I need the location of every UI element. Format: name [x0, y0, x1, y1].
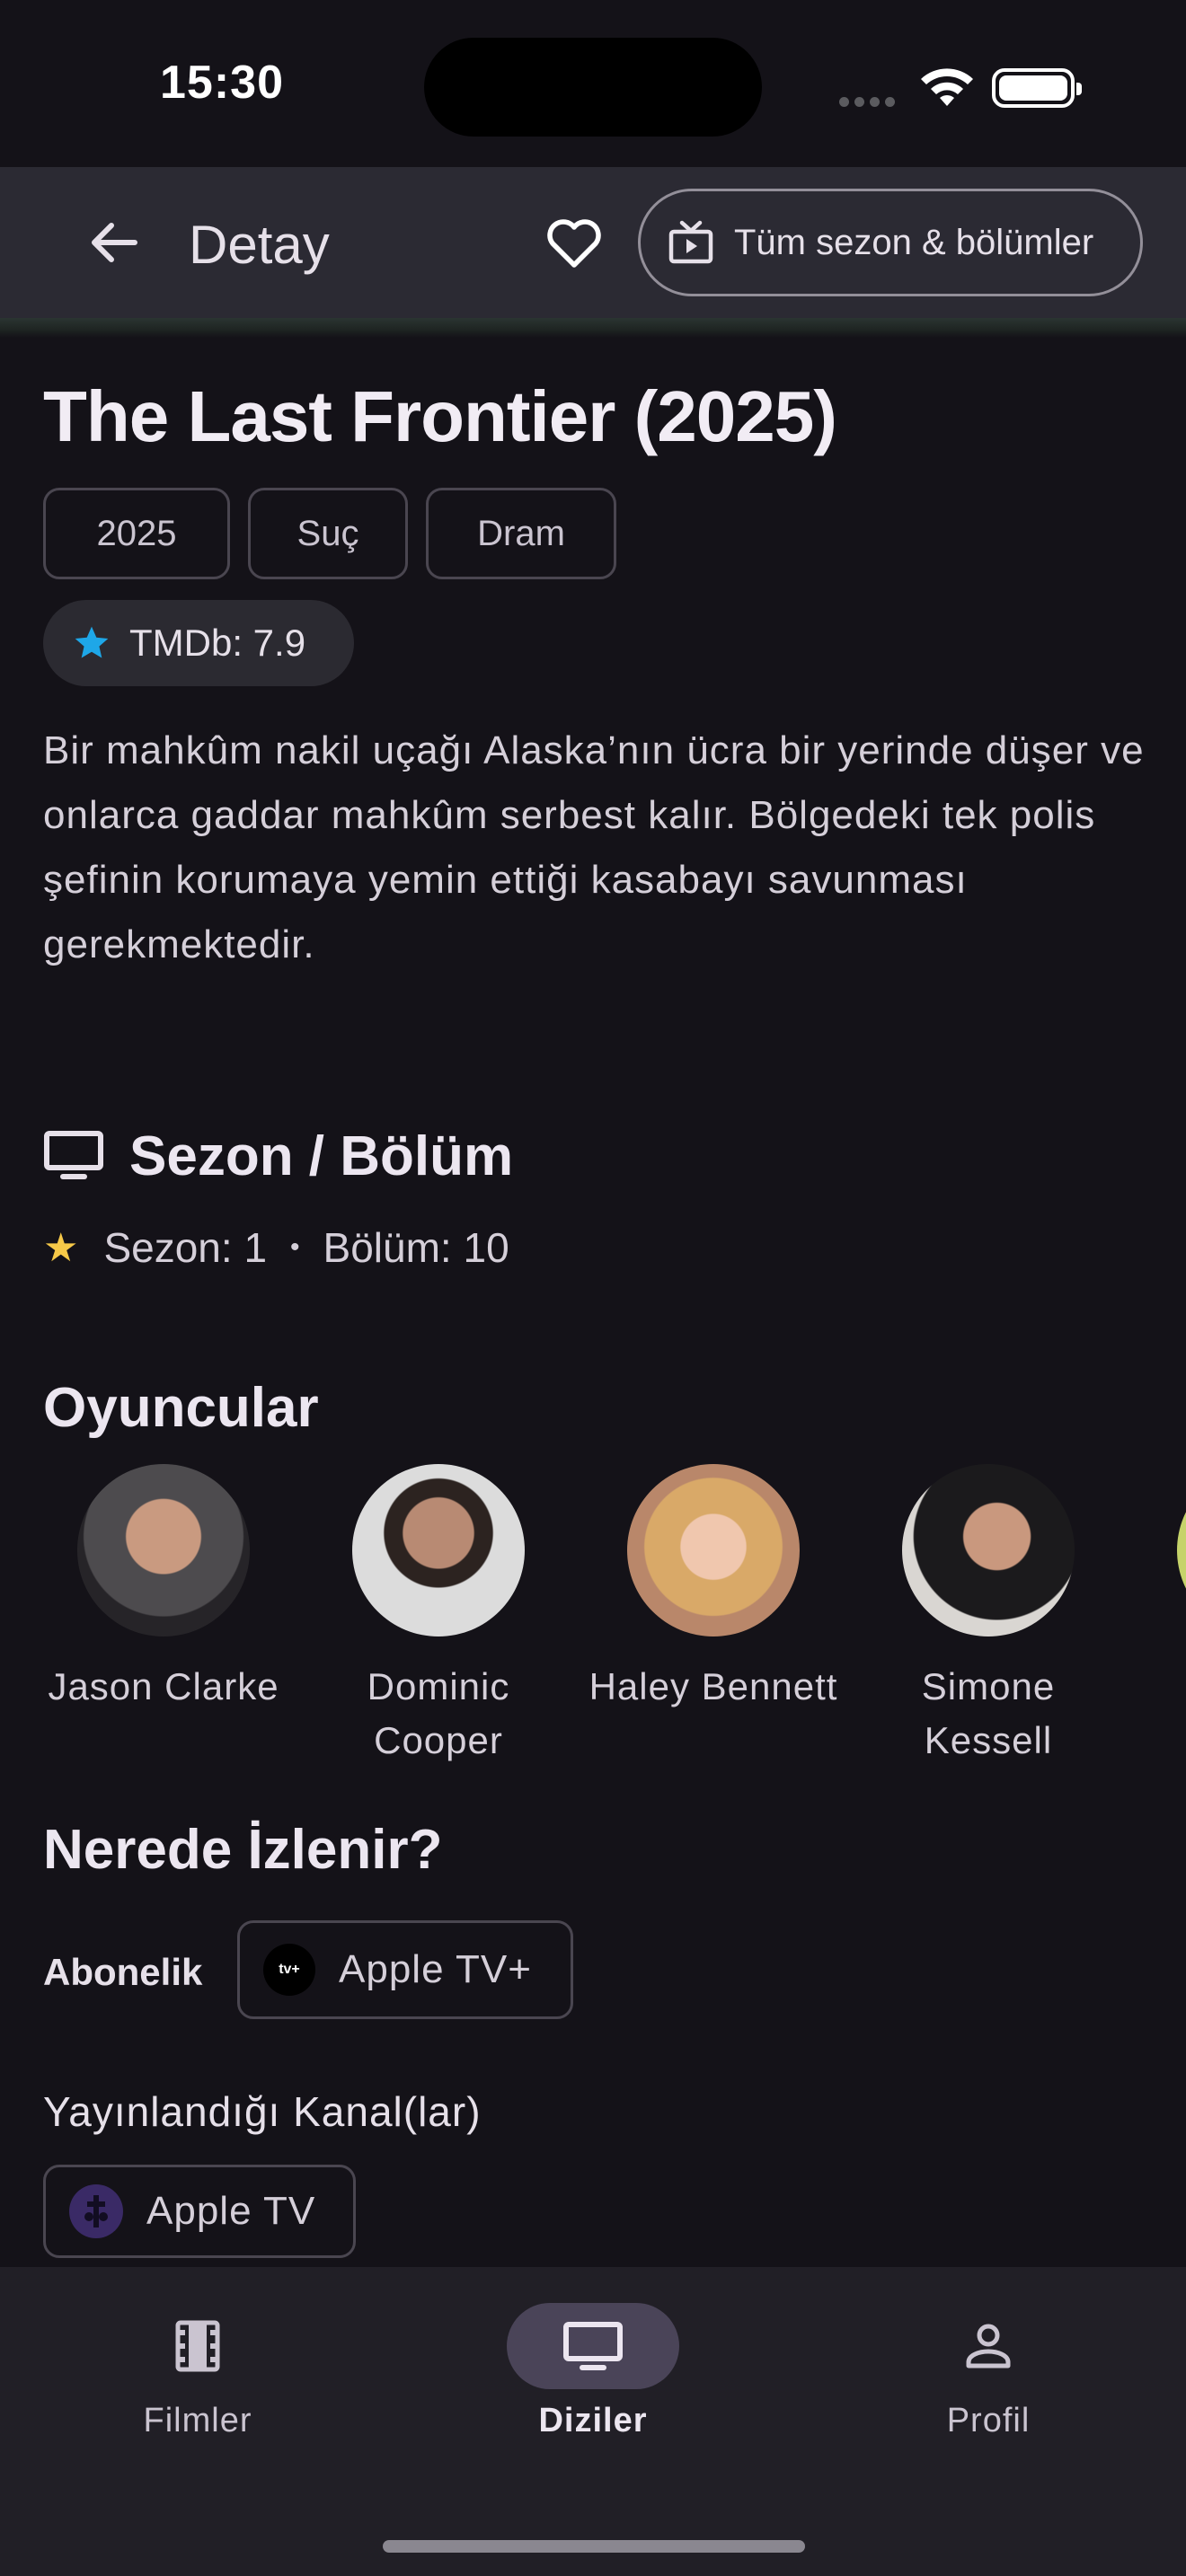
star-icon	[75, 626, 109, 658]
tv-icon	[44, 1131, 103, 1179]
genre-chip: Suç	[248, 488, 408, 579]
all-seasons-label: Tüm sezon & bölümler	[734, 222, 1094, 262]
page-title: Detay	[189, 215, 330, 275]
cast-member[interactable]: Simone Kessell	[863, 1464, 1114, 1768]
channels-label: Yayınlandığı Kanal(lar)	[43, 2088, 482, 2135]
cast-member[interactable]	[1137, 1464, 1186, 1636]
provider-chip-apple-tv-plus[interactable]: tv+ Apple TV+	[237, 1920, 573, 2019]
apple-tv-channel-logo	[69, 2184, 123, 2238]
cast-photo	[352, 1464, 525, 1636]
cast-photo	[627, 1464, 800, 1636]
cast-name: Haley Bennett	[589, 1665, 838, 1707]
overview-text: Bir mahkûm nakil uçağı Alaska’nın ücra b…	[43, 728, 1145, 966]
genre-chips: 2025 Suç Dram	[43, 488, 634, 579]
season-episode-info: ★ Sezon: 1 • Bölüm: 10	[43, 1223, 509, 1272]
nav-item-filmler[interactable]: Filmler	[63, 2303, 332, 2440]
dynamic-island	[424, 38, 762, 137]
year-chip: 2025	[43, 488, 230, 579]
nav-item-profil[interactable]: Profil	[854, 2303, 1123, 2440]
season-section-title: Sezon / Bölüm	[129, 1125, 514, 1187]
cast-photo	[902, 1464, 1075, 1636]
cast-member[interactable]: Jason Clarke	[38, 1464, 289, 1714]
live-tv-icon	[668, 220, 713, 264]
person-icon	[966, 2324, 1011, 2369]
cast-name: Simone Kessell	[921, 1665, 1056, 1761]
cast-list[interactable]: Jason Clarke Dominic Cooper Haley Bennet…	[0, 1464, 1186, 1769]
cast-name: Jason Clarke	[48, 1665, 279, 1707]
cast-section-title: Oyuncular	[43, 1377, 319, 1439]
subscription-label: Abonelik	[43, 1951, 203, 1993]
cast-photo	[77, 1464, 250, 1636]
back-button[interactable]	[72, 201, 155, 284]
cellular-signal-icon	[839, 93, 900, 110]
app-bar: Detay Tüm sezon & bölümler	[0, 167, 1186, 318]
cast-name: Dominic Cooper	[367, 1665, 510, 1761]
channel-name: Apple TV	[146, 2189, 316, 2233]
apple-tv-plus-logo: tv+	[263, 1944, 315, 1996]
rating-text: TMDb: 7.9	[129, 622, 306, 664]
show-title: The Last Frontier (2025)	[43, 376, 837, 456]
backdrop-image-edge	[0, 318, 1186, 338]
season-count: Sezon: 1	[103, 1224, 268, 1271]
separator-dot: •	[290, 1232, 300, 1262]
tv-icon	[563, 2322, 623, 2370]
battery-icon	[992, 68, 1082, 108]
status-time: 15:30	[160, 57, 284, 109]
channel-chip-apple-tv[interactable]: Apple TV	[43, 2165, 356, 2258]
nav-label: Diziler	[538, 2402, 648, 2439]
nav-item-diziler[interactable]: Diziler	[458, 2303, 728, 2440]
provider-name: Apple TV+	[339, 1947, 532, 1991]
favorite-button[interactable]	[534, 203, 615, 284]
channel-logo-icon	[84, 2195, 108, 2228]
film-icon	[175, 2320, 220, 2372]
nav-label: Profil	[946, 2402, 1031, 2439]
bottom-navigation: Filmler Diziler Profil	[0, 2267, 1186, 2576]
genre-chip: Dram	[426, 488, 616, 579]
rating-badge: TMDb: 7.9	[43, 600, 354, 686]
star-emoji-icon: ★	[43, 1225, 79, 1270]
episode-count: Bölüm: 10	[323, 1224, 509, 1271]
arrow-back-icon	[92, 223, 137, 262]
cast-member[interactable]: Haley Bennett	[588, 1464, 839, 1714]
cast-member[interactable]: Dominic Cooper	[313, 1464, 564, 1768]
all-seasons-button[interactable]: Tüm sezon & bölümler	[638, 189, 1143, 296]
wifi-icon	[921, 68, 973, 106]
home-indicator[interactable]	[383, 2540, 805, 2553]
status-bar: 15:30	[0, 0, 1186, 167]
cast-photo	[1177, 1464, 1186, 1636]
where-to-watch-title: Nerede İzlenir?	[43, 1819, 443, 1881]
heart-icon	[547, 219, 601, 268]
nav-label: Filmler	[143, 2402, 252, 2439]
